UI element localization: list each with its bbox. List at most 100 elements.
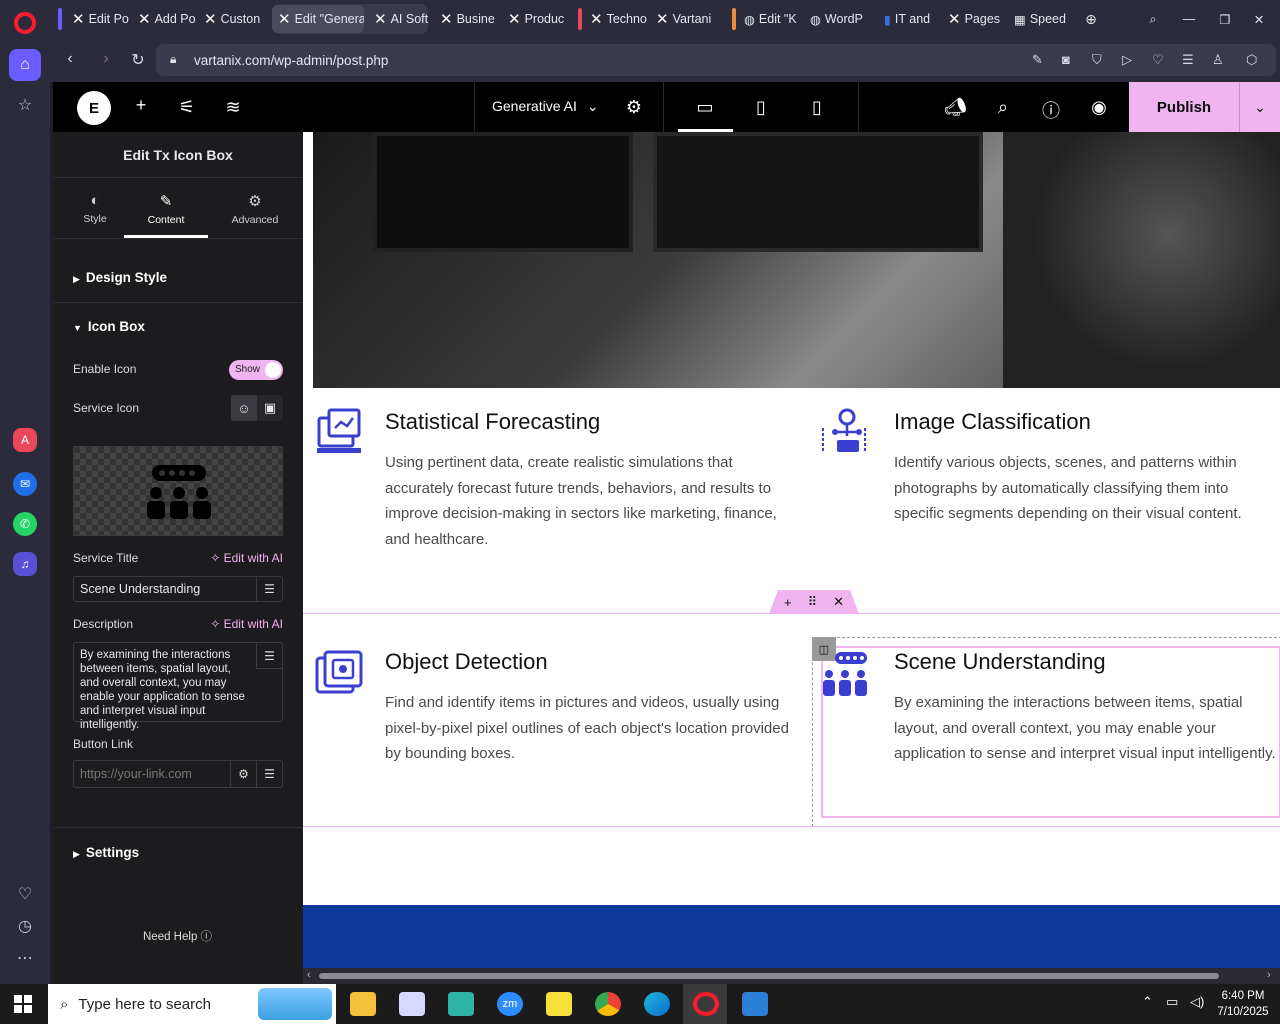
- opera-icon[interactable]: [693, 992, 719, 1016]
- aria-icon[interactable]: A: [13, 428, 37, 452]
- horizontal-scrollbar[interactable]: ‹ ›: [303, 968, 1280, 984]
- heart-icon[interactable]: ♡: [9, 878, 41, 910]
- preview-eye-icon[interactable]: ◉: [1088, 97, 1110, 118]
- scroll-right-icon[interactable]: ›: [1267, 969, 1271, 981]
- section-design-style[interactable]: ▶ Design Style: [73, 270, 167, 285]
- description-textarea[interactable]: By examining the interactions between it…: [73, 642, 283, 731]
- add-section-icon[interactable]: +: [784, 595, 792, 610]
- home-icon[interactable]: ⌂: [9, 49, 41, 81]
- tab-11[interactable]: ▮ IT and: [878, 5, 940, 33]
- edge-icon[interactable]: [644, 992, 670, 1016]
- tab-1[interactable]: ✕ Add Po: [132, 5, 198, 33]
- icon-preview[interactable]: [73, 446, 283, 536]
- scroll-left-icon[interactable]: ‹: [307, 969, 311, 981]
- elementor-logo-icon[interactable]: E: [77, 91, 111, 125]
- tab-3[interactable]: ✕ Edit "Genera: [272, 5, 364, 33]
- maximize-button[interactable]: ❐: [1214, 5, 1236, 33]
- hero-image[interactable]: [313, 132, 1280, 388]
- file-explorer-icon[interactable]: [350, 992, 376, 1016]
- dynamic-tags-icon[interactable]: ☰: [256, 761, 282, 787]
- taskbar-search-box[interactable]: ⌕ Type here to search: [48, 984, 336, 1024]
- tab-0[interactable]: ✕ Edit Po: [66, 5, 132, 33]
- opera-logo-icon[interactable]: [14, 12, 36, 34]
- tab-12[interactable]: ✕ Pages: [942, 5, 1006, 33]
- dynamic-tags-icon[interactable]: ☰: [256, 577, 282, 601]
- section-icon-box[interactable]: ▼ Icon Box: [73, 319, 145, 334]
- add-element-icon[interactable]: +: [130, 95, 152, 116]
- tab-advanced[interactable]: ⚙ Advanced: [213, 182, 297, 238]
- tab-10[interactable]: ◍ WordP: [804, 5, 872, 33]
- tab-4[interactable]: ✕ AI Soft: [368, 5, 432, 33]
- vscode-icon[interactable]: [742, 992, 768, 1016]
- search-tabs-button[interactable]: ⌕: [1142, 5, 1164, 33]
- zoom-icon[interactable]: zm: [497, 992, 523, 1016]
- back-icon[interactable]: ‹: [60, 50, 80, 68]
- page-selector[interactable]: Generative AI ⌄: [492, 98, 599, 115]
- tab-5[interactable]: ✕ Busine: [434, 5, 500, 33]
- send-icon[interactable]: ▷: [1122, 52, 1132, 68]
- search-icon[interactable]: ⌕: [992, 97, 1014, 118]
- publish-options-button[interactable]: ⌄: [1239, 82, 1280, 132]
- tab-content[interactable]: ✎ Content: [124, 182, 208, 238]
- announcements-icon[interactable]: 📣︎: [944, 97, 967, 118]
- messenger-icon[interactable]: ✉: [13, 472, 37, 496]
- edit-with-ai-button[interactable]: ✧ Edit with AI: [210, 617, 283, 631]
- edit-with-ai-button[interactable]: ✧ Edit with AI: [210, 551, 283, 565]
- menu-icon[interactable]: ☰: [1182, 52, 1194, 68]
- heart-icon[interactable]: ♡: [1152, 52, 1164, 68]
- network-icon[interactable]: ▭: [1166, 994, 1178, 1010]
- delete-section-icon[interactable]: ✕: [833, 594, 844, 610]
- tray-chevron-icon[interactable]: ⌃: [1142, 994, 1153, 1010]
- tablet-icon[interactable]: ▯: [750, 97, 772, 118]
- camera-icon[interactable]: ◙: [1062, 52, 1070, 67]
- publish-button[interactable]: Publish: [1129, 82, 1239, 132]
- close-window-button[interactable]: ✕: [1248, 5, 1270, 33]
- chrome-icon[interactable]: [595, 992, 621, 1016]
- volume-icon[interactable]: ◁): [1190, 994, 1204, 1010]
- reload-icon[interactable]: ↻: [128, 50, 148, 70]
- gear-icon[interactable]: ⚙: [623, 97, 645, 118]
- settings-sliders-icon[interactable]: ⚟: [176, 97, 198, 118]
- footer-section[interactable]: [303, 905, 1280, 968]
- tab-6[interactable]: ✕ Produc: [502, 5, 568, 33]
- layers-icon[interactable]: ≋: [222, 97, 244, 118]
- extensions-icon[interactable]: ⬡: [1246, 52, 1257, 68]
- history-icon[interactable]: ◷: [9, 910, 41, 942]
- account-icon[interactable]: ♙: [1212, 52, 1224, 68]
- new-tab-button[interactable]: ⊕: [1080, 5, 1102, 33]
- windows-start-icon[interactable]: [14, 995, 32, 1013]
- need-help-link[interactable]: Need Help ⓘ: [143, 928, 212, 944]
- desktop-icon[interactable]: ▭: [694, 97, 716, 118]
- tab-2[interactable]: ✕ Custon: [198, 5, 266, 33]
- help-icon[interactable]: ⓘ: [1040, 97, 1062, 123]
- star-icon[interactable]: ☆: [9, 89, 41, 121]
- tab-8[interactable]: ✕ Vartani: [650, 5, 718, 33]
- music-icon[interactable]: ♫: [13, 552, 37, 576]
- clock[interactable]: 6:40 PM 7/10/2025: [1216, 988, 1270, 1020]
- whatsapp-icon[interactable]: ✆: [13, 512, 37, 536]
- enable-icon-toggle[interactable]: Show: [229, 360, 283, 380]
- forward-icon[interactable]: ›: [96, 50, 116, 68]
- link-options-icon[interactable]: ⚙: [230, 761, 256, 787]
- scrollbar-thumb[interactable]: [319, 973, 1219, 979]
- sticky-notes-icon[interactable]: [546, 992, 572, 1016]
- mobile-icon[interactable]: ▯: [806, 97, 828, 118]
- more-icon[interactable]: ⋯: [9, 942, 41, 974]
- minimize-button[interactable]: —: [1178, 5, 1200, 33]
- icon-library-button[interactable]: ☺: [231, 395, 257, 421]
- service-title-input[interactable]: Scene Understanding ☰: [73, 576, 283, 602]
- upload-svg-button[interactable]: ▣: [257, 395, 283, 421]
- app-icon[interactable]: [448, 992, 474, 1016]
- tab-13[interactable]: ▦ Speed: [1008, 5, 1072, 33]
- button-link-input[interactable]: https://your-link.com ⚙ ☰: [73, 760, 283, 788]
- shield-icon[interactable]: ⛉: [1092, 52, 1102, 68]
- monitor-left: [373, 132, 633, 252]
- paint-icon[interactable]: [399, 992, 425, 1016]
- edit-icon[interactable]: ✎: [1032, 52, 1043, 68]
- drag-handle-icon[interactable]: ⠿: [808, 594, 818, 610]
- url-field[interactable]: 🔒︎ vartanix.com/wp-admin/post.php ✎ ◙ ⛉ …: [156, 44, 1276, 76]
- section-settings[interactable]: ▶ Settings: [73, 845, 139, 860]
- dynamic-tags-icon[interactable]: ☰: [256, 643, 282, 669]
- tab-7[interactable]: ✕ Techno: [584, 5, 650, 33]
- tab-9[interactable]: ◍ Edit "K: [738, 5, 804, 33]
